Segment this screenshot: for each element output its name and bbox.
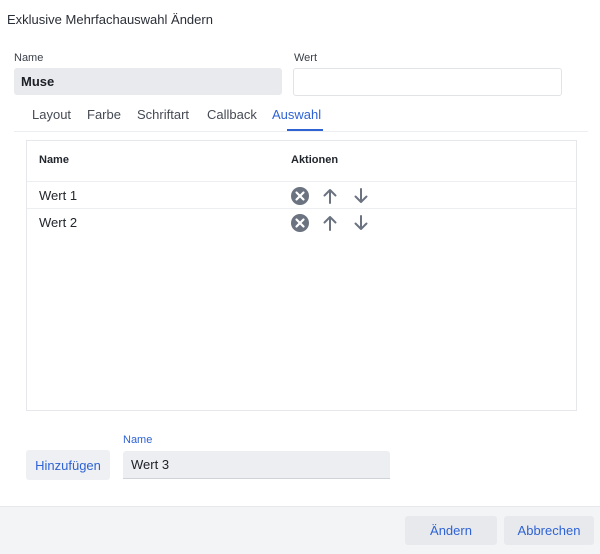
name-input[interactable] (14, 68, 282, 95)
cancel-button[interactable]: Abbrechen (504, 516, 594, 545)
apply-button[interactable]: Ändern (405, 516, 497, 545)
name-label: Name (14, 52, 44, 64)
column-header-actions: Aktionen (291, 154, 339, 166)
remove-circle-icon[interactable] (290, 213, 310, 233)
active-tab-indicator (287, 129, 323, 131)
arrow-down-icon[interactable] (351, 186, 371, 206)
tab-farbe[interactable]: Farbe (87, 107, 121, 122)
dialog-footer: Ändern Abbrechen (0, 506, 600, 554)
new-option-name-input[interactable] (123, 451, 390, 479)
tab-callback[interactable]: Callback (207, 107, 257, 122)
options-table: Name Aktionen Wert 1 Wert 2 (26, 140, 577, 411)
tab-auswahl[interactable]: Auswahl (272, 107, 321, 122)
tab-bar: Layout Farbe Schriftart Callback Auswahl (14, 100, 588, 132)
dialog-title: Exklusive Mehrfachauswahl Ändern (7, 12, 213, 27)
tab-schriftart[interactable]: Schriftart (137, 107, 189, 122)
row-label: Wert 2 (39, 215, 78, 230)
column-header-name: Name (39, 154, 69, 166)
arrow-up-icon[interactable] (320, 186, 340, 206)
arrow-down-icon[interactable] (351, 213, 371, 233)
arrow-up-icon[interactable] (320, 213, 340, 233)
value-label: Wert (294, 52, 318, 64)
remove-circle-icon[interactable] (290, 186, 310, 206)
table-row: Wert 2 (27, 208, 576, 235)
add-option-button[interactable]: Hinzufügen (26, 450, 110, 480)
new-option-name-label: Name (123, 434, 153, 446)
table-row: Wert 1 (27, 181, 576, 208)
tab-layout[interactable]: Layout (32, 107, 71, 122)
row-label: Wert 1 (39, 188, 78, 203)
value-input[interactable] (293, 68, 562, 96)
